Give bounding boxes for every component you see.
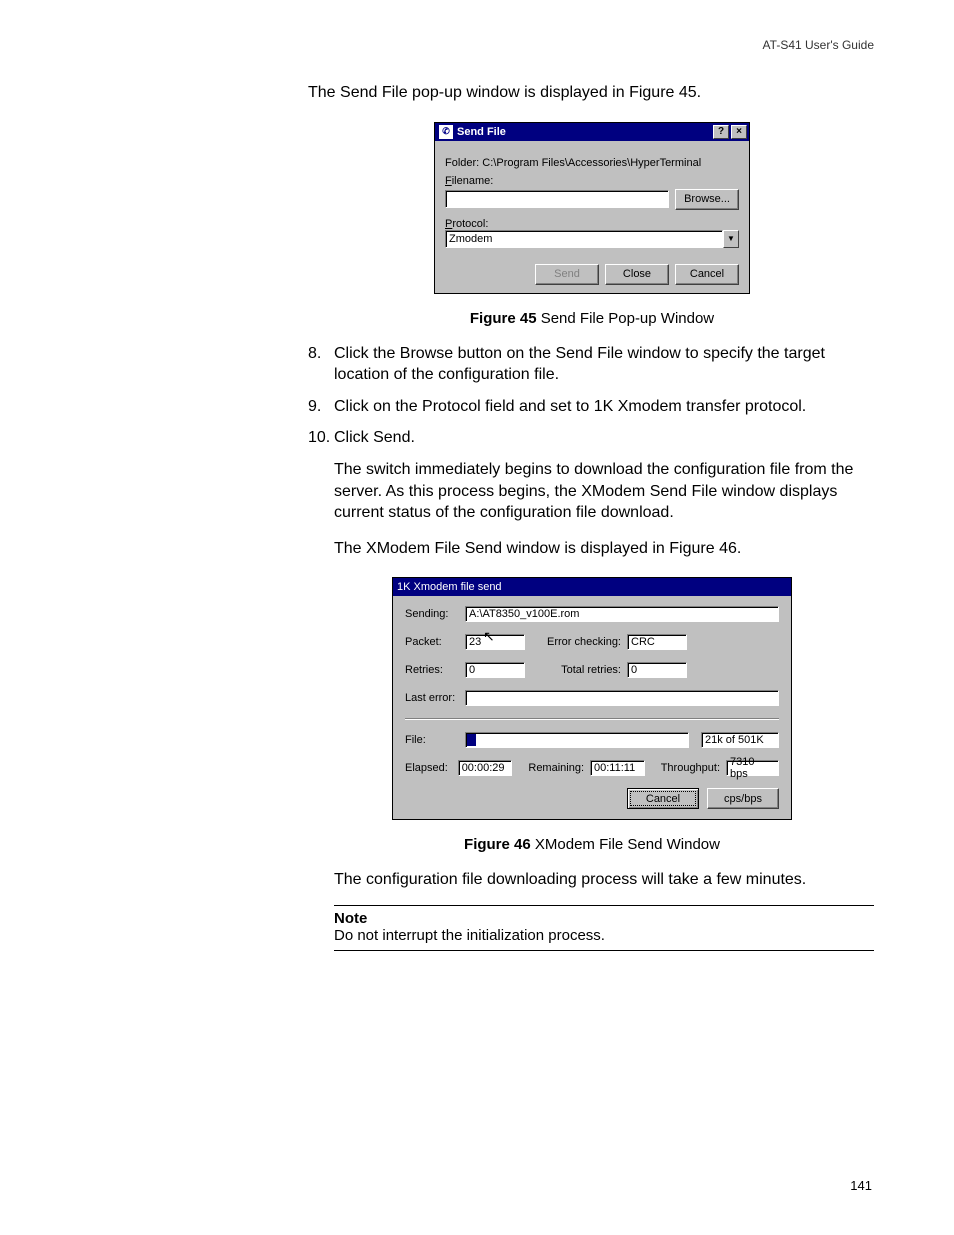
cancel-button[interactable]: Cancel — [675, 264, 739, 285]
note-text: Do not interrupt the initialization proc… — [334, 927, 874, 944]
totretries-value: 0 — [627, 662, 687, 678]
filename-label: Filename: — [445, 175, 739, 187]
header-guide-title: AT-S41 User's Guide — [763, 38, 874, 52]
after-step-10-b: The XModem File Send window is displayed… — [334, 538, 874, 560]
note-title: Note — [334, 910, 874, 927]
figure-46-caption: Figure 46 XModem File Send Window — [308, 836, 876, 853]
file-progress-text: 21k of 501K — [701, 732, 779, 748]
file-label: File: — [405, 734, 459, 746]
page-number: 141 — [850, 1178, 872, 1193]
throughput-label: Throughput: — [661, 762, 720, 774]
figure-45-caption: Figure 45 Send File Pop-up Window — [308, 310, 876, 327]
send-file-title: Send File — [457, 126, 711, 138]
file-progress-fill — [467, 734, 476, 746]
folder-path: C:\Program Files\Accessories\HyperTermin… — [482, 157, 701, 169]
step-list: 8.Click the Browse button on the Send Fi… — [308, 343, 876, 449]
xmodem-title: 1K Xmodem file send — [397, 581, 789, 593]
throughput-value: 7310 bps — [726, 760, 779, 776]
remaining-label: Remaining: — [528, 762, 584, 774]
note-box: Note Do not interrupt the initialization… — [334, 905, 874, 951]
step-10: 10.Click Send. — [308, 427, 876, 449]
packet-value: 23 — [465, 634, 525, 650]
file-progress — [465, 732, 689, 748]
step-8: 8.Click the Browse button on the Send Fi… — [308, 343, 876, 386]
send-file-app-icon: ✆ — [439, 125, 453, 139]
totretries-label: Total retries: — [541, 664, 621, 676]
xmodem-send-window: 1K Xmodem file send Sending: A:\AT8350_v… — [392, 577, 792, 820]
packet-label: Packet: — [405, 636, 459, 648]
lasterr-label: Last error: — [405, 692, 459, 704]
errchk-value: CRC — [627, 634, 687, 650]
xmodem-cancel-button[interactable]: Cancel — [627, 788, 699, 809]
help-icon[interactable]: ? — [713, 125, 729, 139]
separator — [405, 718, 779, 720]
send-button[interactable]: Send — [535, 264, 599, 285]
retries-label: Retries: — [405, 664, 459, 676]
elapsed-label: Elapsed: — [405, 762, 452, 774]
after-step-10-a: The switch immediately begins to downloa… — [334, 459, 874, 524]
browse-button[interactable]: Browse... — [675, 189, 739, 210]
elapsed-value: 00:00:29 — [458, 760, 513, 776]
cpsbps-button[interactable]: cps/bps — [707, 788, 779, 809]
filename-input[interactable] — [445, 190, 669, 208]
lasterr-value — [465, 690, 779, 706]
close-icon[interactable]: × — [731, 125, 747, 139]
close-button[interactable]: Close — [605, 264, 669, 285]
remaining-value: 00:11:11 — [590, 760, 645, 776]
step-9: 9.Click on the Protocol field and set to… — [308, 396, 876, 418]
intro-text-1: The Send File pop-up window is displayed… — [308, 82, 876, 104]
chevron-down-icon[interactable]: ▼ — [723, 230, 739, 248]
sending-label: Sending: — [405, 608, 459, 620]
sending-value: A:\AT8350_v100E.rom — [465, 606, 779, 622]
page-content: The Send File pop-up window is displayed… — [308, 82, 876, 951]
folder-line: Folder: C:\Program Files\Accessories\Hyp… — [445, 157, 739, 169]
folder-label: Folder: — [445, 157, 482, 169]
xmodem-titlebar: 1K Xmodem file send — [393, 578, 791, 596]
errchk-label: Error checking: — [541, 636, 621, 648]
send-file-window: ✆ Send File ? × Folder: C:\Program Files… — [434, 122, 750, 294]
protocol-select[interactable]: Zmodem — [445, 230, 723, 248]
retries-value: 0 — [465, 662, 525, 678]
after-fig46-text: The configuration file downloading proce… — [334, 869, 874, 891]
send-file-titlebar: ✆ Send File ? × — [435, 123, 749, 141]
protocol-label: Protocol: — [445, 218, 739, 230]
